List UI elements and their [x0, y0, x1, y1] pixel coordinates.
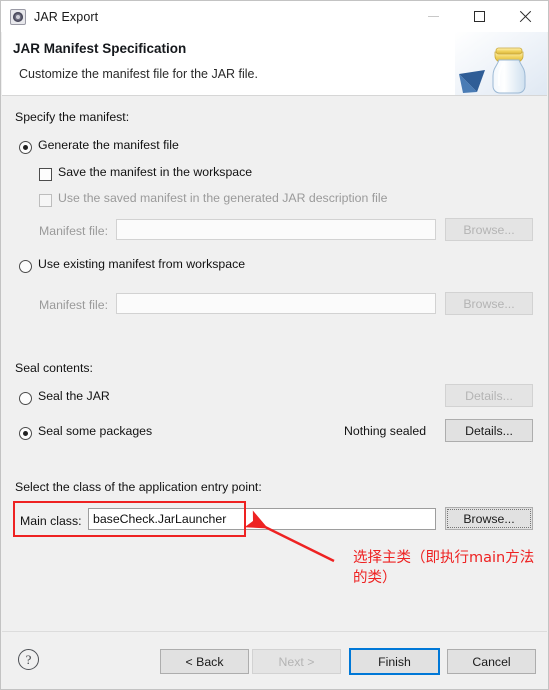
seal-status-text: Nothing sealed — [344, 424, 427, 438]
jar-export-gear-icon — [10, 8, 26, 25]
radio-seal-jar[interactable] — [19, 392, 32, 405]
window-title: JAR Export — [34, 9, 99, 24]
details-button-2[interactable]: Details... — [445, 419, 533, 442]
radio-generate-manifest-label: Generate the manifest file — [38, 138, 179, 152]
finish-button[interactable]: Finish — [349, 648, 440, 675]
maximize-button[interactable] — [456, 1, 502, 32]
minimize-button[interactable] — [410, 1, 456, 32]
help-icon[interactable]: ? — [18, 649, 39, 670]
cancel-button[interactable]: Cancel — [447, 649, 536, 674]
jar-export-dialog: JAR Export JAR Manifest Specification Cu… — [0, 0, 549, 690]
radio-generate-manifest[interactable] — [19, 141, 32, 154]
close-button[interactable] — [502, 1, 548, 32]
browse-button-3[interactable]: Browse... — [445, 507, 533, 530]
details-button-1: Details... — [445, 384, 533, 407]
next-button: Next > — [252, 649, 341, 674]
page-description: Customize the manifest file for the JAR … — [19, 67, 258, 81]
wizard-header: JAR Manifest Specification Customize the… — [2, 32, 547, 96]
radio-use-existing-manifest-label: Use existing manifest from workspace — [38, 257, 246, 271]
radio-use-existing-manifest[interactable] — [19, 260, 32, 273]
manifest-file-label-2: Manifest file: — [39, 298, 109, 312]
maximize-icon — [473, 11, 485, 22]
minimize-icon — [427, 16, 439, 17]
specify-manifest-label: Specify the manifest: — [15, 110, 130, 124]
radio-seal-some-packages-label: Seal some packages — [38, 424, 153, 438]
back-button[interactable]: < Back — [160, 649, 249, 674]
manifest-file-input-1 — [116, 219, 436, 240]
close-icon — [519, 10, 532, 23]
title-bar[interactable]: JAR Export — [1, 1, 548, 32]
checkbox-save-manifest-label: Save the manifest in the workspace — [58, 165, 253, 179]
manifest-file-label-1: Manifest file: — [39, 224, 109, 238]
main-class-input[interactable]: baseCheck.JarLauncher — [88, 508, 436, 530]
browse-button-2: Browse... — [445, 292, 533, 315]
checkbox-use-saved-manifest-label: Use the saved manifest in the generated … — [58, 191, 388, 205]
entry-point-label: Select the class of the application entr… — [15, 480, 262, 494]
manifest-file-input-2 — [116, 293, 436, 314]
radio-seal-jar-label: Seal the JAR — [38, 389, 110, 403]
checkbox-use-saved-manifest — [39, 194, 52, 207]
dialog-footer: ? < Back Next > Finish Cancel — [2, 631, 547, 689]
checkbox-save-manifest[interactable] — [39, 168, 52, 181]
main-class-label: Main class: — [20, 514, 82, 528]
browse-button-1: Browse... — [445, 218, 533, 241]
radio-seal-some-packages[interactable] — [19, 427, 32, 440]
jar-bottle-icon — [455, 32, 547, 95]
seal-contents-label: Seal contents: — [15, 361, 93, 375]
annotation-text: 选择主类（即执行main方法的类） — [353, 550, 535, 586]
page-title: JAR Manifest Specification — [13, 41, 187, 56]
